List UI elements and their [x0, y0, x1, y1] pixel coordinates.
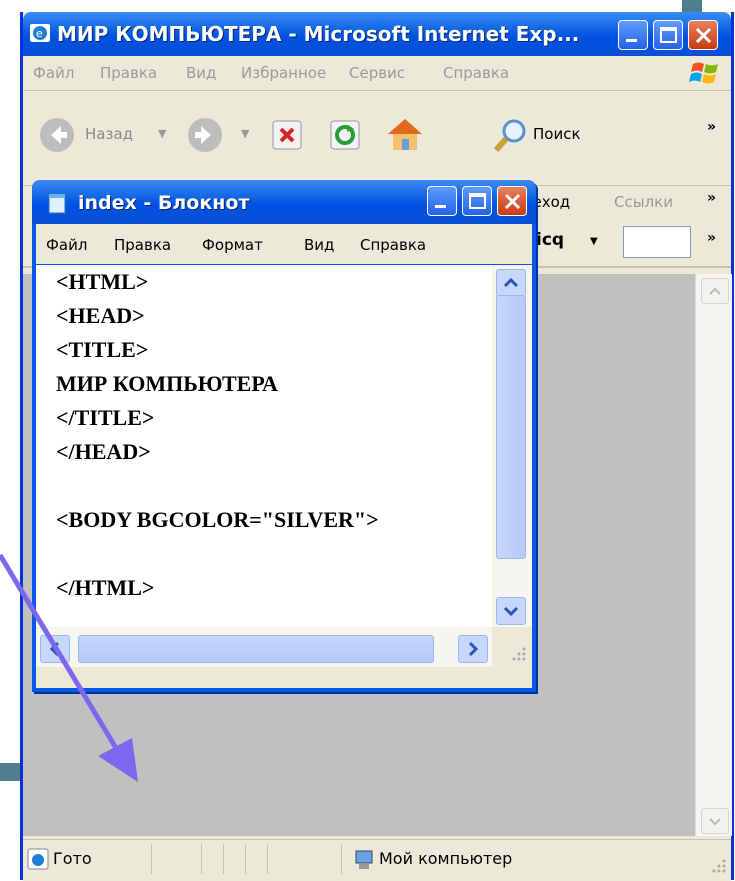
annotation-arrow	[0, 553, 138, 782]
